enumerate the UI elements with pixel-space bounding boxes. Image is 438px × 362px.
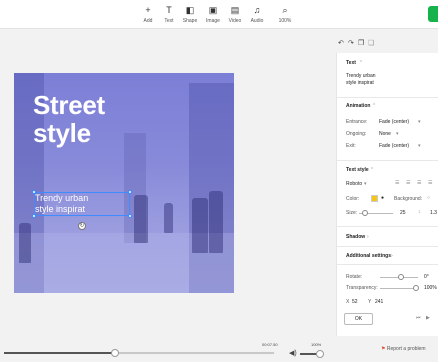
timeline: 00:07.50 ◀) 100% — [0, 336, 336, 362]
volume-value: 100% — [311, 342, 322, 347]
chevron-up-icon[interactable]: ⌃ — [372, 103, 376, 109]
size-label: Size: — [346, 210, 358, 216]
rotate-value[interactable]: 0° — [424, 274, 429, 280]
canvas-area: Street style Trendy urban style inspirat… — [0, 29, 336, 336]
transparency-slider-knob[interactable] — [413, 285, 419, 291]
background-label: Background: — [394, 196, 423, 202]
color-label: Color: — [346, 196, 360, 202]
transparency-label: Transparency: — [346, 285, 378, 291]
zoom-label: 100% — [278, 18, 292, 24]
divider — [336, 246, 438, 247]
color-picker-icon[interactable]: ● — [381, 195, 384, 201]
report-label: Report a problem — [386, 346, 426, 352]
rotate-slider-knob[interactable] — [398, 274, 404, 280]
chevron-down-icon[interactable]: ▾ — [418, 143, 421, 149]
align-left-icon[interactable]: ☰ — [395, 180, 399, 186]
redo-icon[interactable]: ↷ — [348, 39, 354, 47]
ok-button[interactable]: OK — [344, 313, 373, 325]
color-swatch[interactable] — [371, 195, 378, 202]
chevron-right-icon[interactable]: › — [367, 234, 369, 240]
design-canvas[interactable]: Street style Trendy urban style inspirat… — [14, 73, 234, 293]
divider — [336, 97, 438, 98]
font-select[interactable]: Roboto — [346, 181, 362, 187]
ongoing-label: Ongoing: — [346, 131, 367, 137]
person-silhouette — [19, 223, 31, 263]
timeline-track[interactable] — [4, 349, 274, 357]
align-right-icon[interactable]: ☰ — [417, 180, 421, 186]
timeline-playhead[interactable] — [110, 349, 119, 357]
person-silhouette — [164, 203, 173, 233]
subtext-line-2: style inspirat — [35, 204, 86, 214]
person-silhouette — [209, 191, 223, 253]
zoom-icon: ⌕ — [282, 5, 288, 15]
background-color-icon[interactable]: ○ — [427, 195, 430, 201]
rotate-label: Rotate: — [346, 274, 363, 280]
entrance-label: Entrance: — [346, 119, 368, 125]
size-value[interactable]: 25 — [400, 210, 406, 216]
resize-handle-tl[interactable] — [32, 190, 36, 194]
timeline-progress — [4, 352, 115, 354]
headline-text[interactable]: Street style — [33, 91, 105, 147]
total-time: 00:07.50 — [262, 342, 278, 347]
align-justify-icon[interactable]: ☰ — [428, 180, 432, 186]
resize-handle-br[interactable] — [128, 214, 132, 218]
report-problem-link[interactable]: ⚑ Report a problem — [381, 346, 426, 352]
animation-section-title[interactable]: Animation — [346, 103, 370, 109]
headline-line-2: style — [33, 118, 91, 148]
text-value-line-1[interactable]: Trendy urban — [346, 73, 376, 79]
play-icon[interactable]: ▶ — [426, 315, 430, 321]
chevron-up-icon[interactable]: ⌃ — [370, 167, 374, 173]
headline-line-1: Street — [33, 90, 105, 120]
audio-label: Audio — [250, 18, 264, 24]
top-toolbar: + Add T Text ◧ Shape ▣ Image ▤ Video ♫ A… — [0, 0, 438, 29]
audio-button[interactable]: ♫ Audio — [244, 5, 270, 24]
align-center-icon[interactable]: ☰ — [406, 180, 410, 186]
exit-select[interactable]: Fade (center) — [379, 143, 409, 149]
y-value[interactable]: 241 — [375, 299, 383, 305]
properties-panel — [336, 53, 438, 336]
zoom-button[interactable]: ⌕ 100% — [272, 5, 298, 24]
y-label: Y — [368, 299, 372, 305]
volume-icon[interactable]: ◀) — [289, 349, 297, 357]
exit-label: Exit: — [346, 143, 356, 149]
line-height-icon: ↕ — [418, 209, 421, 215]
shadow-section-title[interactable]: Shadow — [346, 234, 365, 240]
text-style-section-title[interactable]: Text style — [346, 167, 369, 173]
volume-slider-track[interactable] — [300, 350, 324, 358]
volume-slider-knob[interactable] — [316, 350, 324, 358]
chevron-right-icon[interactable]: › — [391, 253, 393, 259]
chevron-up-icon[interactable]: ⌃ — [359, 60, 363, 66]
ongoing-select[interactable]: None — [379, 131, 391, 137]
divider — [336, 160, 438, 161]
audio-icon: ♫ — [253, 5, 261, 15]
undo-icon[interactable]: ↶ — [338, 39, 344, 47]
transparency-value[interactable]: 100% — [424, 285, 437, 291]
line-height-value[interactable]: 1.3 — [430, 210, 437, 216]
chevron-down-icon[interactable]: ▾ — [364, 181, 367, 187]
x-label: X — [346, 299, 350, 305]
divider — [336, 226, 438, 227]
chevron-down-icon[interactable]: ▾ — [396, 131, 399, 137]
export-button[interactable] — [428, 6, 438, 22]
resize-handle-bl[interactable] — [32, 214, 36, 218]
entrance-select[interactable]: Fade (center) — [379, 119, 409, 125]
selected-text-box[interactable]: Trendy urban style inspirat — [34, 192, 130, 216]
size-slider-knob[interactable] — [362, 210, 368, 216]
person-silhouette — [192, 198, 208, 253]
subtext-line-1: Trendy urban — [35, 193, 89, 203]
rotate-handle-icon[interactable]: ↻ — [78, 222, 86, 230]
text-section-title[interactable]: Text — [346, 60, 356, 66]
chevron-down-icon[interactable]: ▾ — [418, 119, 421, 125]
resize-handle-tr[interactable] — [128, 190, 132, 194]
paste-icon[interactable]: ❏ — [368, 39, 374, 47]
skip-back-icon[interactable]: ⏮ — [416, 315, 421, 321]
person-silhouette — [134, 195, 148, 243]
x-value[interactable]: 52 — [352, 299, 358, 305]
copy-icon[interactable]: ❐ — [358, 39, 364, 47]
text-value-line-2[interactable]: style inspirat — [346, 80, 374, 86]
divider — [336, 264, 438, 265]
flag-icon: ⚑ — [381, 346, 386, 352]
additional-settings-title[interactable]: Additional settings — [346, 253, 391, 259]
